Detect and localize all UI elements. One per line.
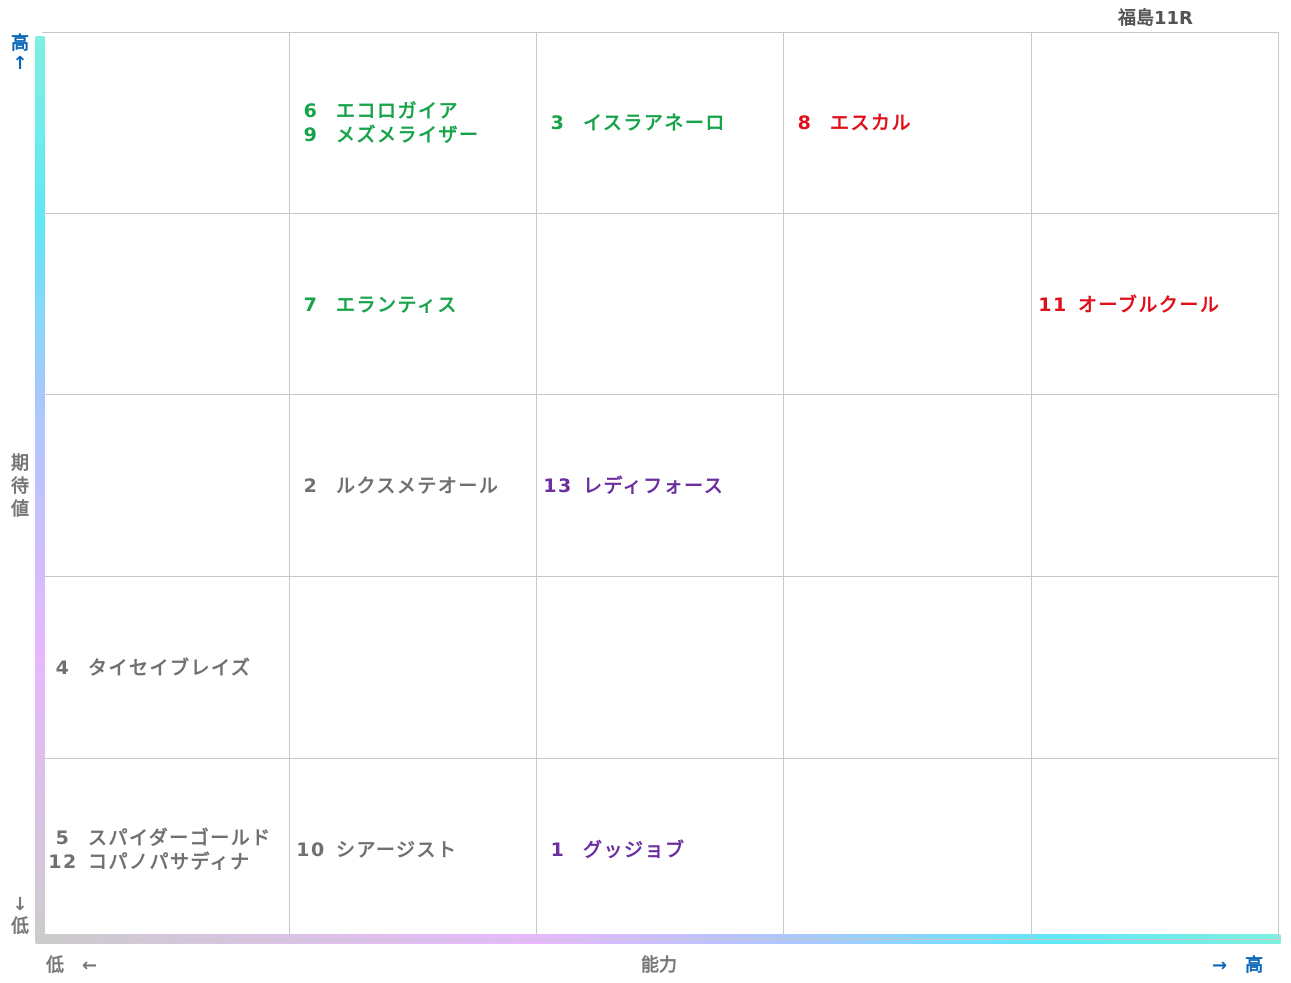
y-axis-label-char: 期 xyxy=(11,453,29,474)
horse-number: 3 xyxy=(550,112,566,134)
horse-number: 4 xyxy=(55,657,71,679)
y-high-text: 高 xyxy=(11,33,29,54)
horse-name: イスラアネーロ xyxy=(583,112,726,134)
horse-number: 1 xyxy=(550,838,566,861)
horse-name: グッジョブ xyxy=(583,838,686,861)
grid-cell-r3-c4 xyxy=(784,395,1032,577)
horse-number: 6 xyxy=(303,100,319,122)
y-axis-high-label: 高 ↑ xyxy=(10,34,30,74)
y-axis-label-char: 待 xyxy=(11,476,29,497)
down-arrow-icon: ↓ xyxy=(12,894,28,915)
horse-name: オーブルクール xyxy=(1078,293,1221,316)
grid-cell-r3-c1 xyxy=(42,395,290,577)
horse-number: 5 xyxy=(55,826,71,849)
horse-name: エスカル xyxy=(830,112,913,134)
grid-cell-r4-c2 xyxy=(290,577,537,759)
grid-cell-r3-c5 xyxy=(1032,395,1279,577)
grid-cell-r4-c5 xyxy=(1032,577,1279,759)
grid-cell-r1-c1 xyxy=(42,32,290,214)
horse-number: 9 xyxy=(303,124,319,146)
x-axis-label: 能力 xyxy=(641,955,677,976)
grid-cell-r2-c4 xyxy=(784,214,1032,395)
horse-entry: 9 メズメライザー xyxy=(296,123,480,147)
grid-cell-r4-c3 xyxy=(537,577,784,759)
horse-number: 2 xyxy=(303,475,319,497)
horse-name: スパイダーゴールド xyxy=(88,826,272,849)
x-axis-high-label: → 高 xyxy=(1212,955,1264,976)
grid-cell-r1-c5 xyxy=(1032,32,1279,214)
horse-entry: 8 エスカル xyxy=(790,111,912,135)
chart-grid: 6 エコロガイア 9 メズメライザー 3 イスラアネーロ 8 エスカル 7 エランティス 11 オーブ… xyxy=(42,32,1279,940)
chart-title: 福島11R xyxy=(1118,8,1193,29)
y-axis-label: 期待値 xyxy=(10,452,30,521)
grid-cell-r5-c5 xyxy=(1032,759,1279,940)
horse-number: 11 xyxy=(1038,293,1068,316)
horse-number: 8 xyxy=(797,112,813,134)
horse-name: タイセイブレイズ xyxy=(88,657,252,679)
y-axis-label-char: 値 xyxy=(11,499,29,520)
horse-name: ルクスメテオール xyxy=(336,475,500,497)
grid-cell-r5-c4 xyxy=(784,759,1032,940)
horse-name: レディフォース xyxy=(583,475,725,497)
horse-entry: 11 オーブルクール xyxy=(1038,293,1220,317)
grid-cell-r2-c1 xyxy=(42,214,290,395)
horse-number: 13 xyxy=(543,475,573,497)
grid-cell-r4-c4 xyxy=(784,577,1032,759)
horse-number: 10 xyxy=(296,838,326,861)
y-low-text: 低 xyxy=(11,916,29,937)
horse-number: 7 xyxy=(303,293,319,316)
horse-entry: 3 イスラアネーロ xyxy=(543,111,726,135)
up-arrow-icon: ↑ xyxy=(12,53,28,74)
grid-cell-r2-c3 xyxy=(537,214,784,395)
horse-entry: 10 シアージスト xyxy=(296,838,457,862)
horse-entry: 12 コパノパサディナ xyxy=(48,850,251,874)
horse-entry: 4 タイセイブレイズ xyxy=(48,656,251,680)
horse-name: コパノパサディナ xyxy=(88,850,251,873)
horse-entry: 7 エランティス xyxy=(296,293,458,317)
y-axis-low-label: ↓ 低 xyxy=(10,894,30,938)
horse-entry: 2 ルクスメテオール xyxy=(296,474,499,498)
horse-name: シアージスト xyxy=(336,838,458,861)
x-axis-low-label: 低 ← xyxy=(46,955,98,976)
horse-number: 12 xyxy=(48,850,78,873)
horse-entry: 5 スパイダーゴールド xyxy=(48,826,272,850)
horse-name: エコロガイア xyxy=(336,100,460,122)
horse-name: エランティス xyxy=(336,293,458,316)
horse-entry: 6 エコロガイア xyxy=(296,99,459,123)
horse-entry: 13 レディフォース xyxy=(543,474,724,498)
horse-name: メズメライザー xyxy=(336,124,480,146)
horse-entry: 1 グッジョブ xyxy=(543,838,686,862)
